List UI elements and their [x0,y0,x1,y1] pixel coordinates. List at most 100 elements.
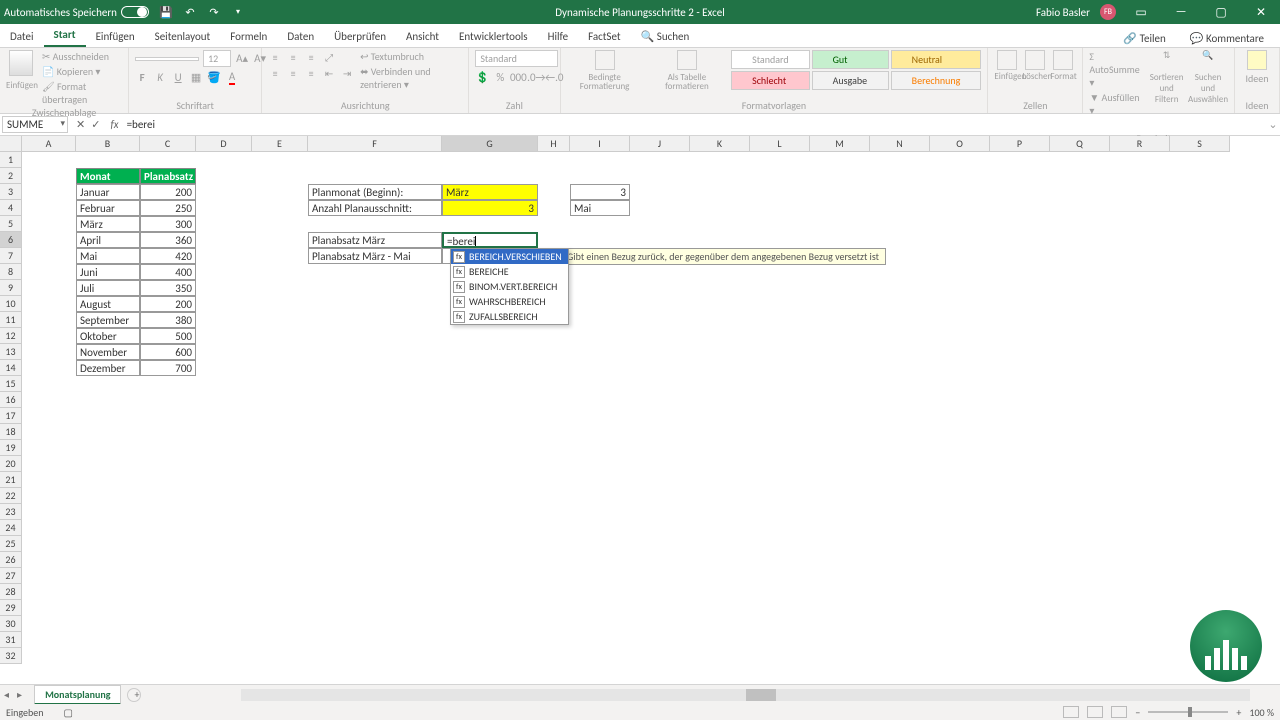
italic-icon[interactable]: K [153,70,167,84]
col-header-A[interactable]: A [22,136,76,152]
intelli-item[interactable]: fxBEREICHE [451,264,568,279]
tab-einfügen[interactable]: Einfügen [86,26,145,47]
row-header-7[interactable]: 7 [0,248,22,264]
row-header-18[interactable]: 18 [0,424,22,440]
row-header-6[interactable]: 6 [0,232,22,248]
col-header-G[interactable]: G [442,136,538,152]
row-header-13[interactable]: 13 [0,344,22,360]
view-normal-icon[interactable] [1063,706,1079,718]
row-header-29[interactable]: 29 [0,600,22,616]
macro-record-icon[interactable]: ▢ [64,706,73,719]
cell-G4[interactable]: 3 [442,200,538,216]
minimize-icon[interactable]: — [1166,5,1196,19]
row-header-8[interactable]: 8 [0,264,22,280]
row-header-19[interactable]: 19 [0,440,22,456]
cell-F7[interactable]: Planabsatz März - Mai [308,248,442,264]
bold-icon[interactable]: F [135,70,149,84]
user-name[interactable]: Fabio Basler [1036,6,1090,19]
border-icon[interactable]: ▦ [189,70,203,84]
increase-decimal-icon[interactable]: .0→ [529,70,543,84]
row-header-25[interactable]: 25 [0,536,22,552]
qat-dropdown-icon[interactable]: ▾ [231,5,245,19]
row-header-5[interactable]: 5 [0,216,22,232]
col-header-J[interactable]: J [630,136,690,152]
delete-cells-button[interactable]: Löschen [1022,50,1048,82]
row-header-1[interactable]: 1 [0,152,22,168]
format-as-table-icon[interactable] [677,50,697,70]
add-sheet-button[interactable]: + [127,688,141,702]
ribbon-display-icon[interactable]: ▭ [1126,5,1156,20]
enter-formula-icon[interactable]: ✓ [91,118,100,131]
cell-B14[interactable]: Dezember [76,360,140,376]
expand-formula-bar-icon[interactable]: ⌄ [1266,118,1280,131]
style-schlecht[interactable]: Schlecht [731,71,810,90]
align-center-icon[interactable]: ≡ [286,66,300,80]
row-header-15[interactable]: 15 [0,376,22,392]
row-header-28[interactable]: 28 [0,584,22,600]
col-header-E[interactable]: E [252,136,308,152]
col-header-D[interactable]: D [196,136,252,152]
style-ausgabe[interactable]: Ausgabe [812,71,889,90]
copy-button[interactable]: 📄 Kopieren ▾ [42,65,122,78]
row-header-26[interactable]: 26 [0,552,22,568]
row-header-11[interactable]: 11 [0,312,22,328]
column-headers[interactable]: ABCDEFGHIJKLMNOPQRS [22,136,1230,152]
tab-überprüfen[interactable]: Überprüfen [324,26,396,47]
col-header-Q[interactable]: Q [1050,136,1110,152]
cell-I4[interactable]: Mai [570,200,630,216]
align-bottom-icon[interactable]: ≡ [304,50,318,64]
col-header-S[interactable]: S [1170,136,1230,152]
cell-C4[interactable]: 250 [140,200,196,216]
row-header-24[interactable]: 24 [0,520,22,536]
percent-icon[interactable]: % [493,70,507,84]
style-standard[interactable]: Standard [731,50,810,69]
cell-I3[interactable]: 3 [570,184,630,200]
zoom-out-icon[interactable]: − [1135,706,1140,719]
zoom-slider[interactable] [1148,711,1228,713]
spreadsheet-grid[interactable]: ABCDEFGHIJKLMNOPQRS 12345678910111213141… [0,136,1280,662]
col-header-H[interactable]: H [538,136,570,152]
formula-autocomplete-popup[interactable]: fxBEREICH.VERSCHIEBENfxBEREICHEfxBINOM.V… [450,248,569,325]
zoom-in-icon[interactable]: + [1236,706,1241,719]
cell-B3[interactable]: Januar [76,184,140,200]
align-middle-icon[interactable]: ≡ [286,50,300,64]
comma-icon[interactable]: 000 [511,70,525,84]
row-header-9[interactable]: 9 [0,280,22,296]
cell-C6[interactable]: 360 [140,232,196,248]
cell-C7[interactable]: 420 [140,248,196,264]
tab-ansicht[interactable]: Ansicht [396,26,449,47]
row-header-21[interactable]: 21 [0,472,22,488]
row-header-30[interactable]: 30 [0,616,22,632]
comments-button[interactable]: 💬 Kommentare [1180,30,1274,47]
name-box[interactable]: SUMME [2,116,68,133]
ideas-button[interactable]: Ideen [1241,50,1273,85]
row-header-27[interactable]: 27 [0,568,22,584]
cell-B8[interactable]: Juni [76,264,140,280]
wrap-text-button[interactable]: ↩ Textumbruch [360,50,462,63]
intelli-item[interactable]: fxBEREICH.VERSCHIEBEN [451,249,568,264]
indent-inc-icon[interactable]: ⇥ [340,66,354,80]
close-icon[interactable]: ✕ [1246,5,1276,20]
cell-B7[interactable]: Mai [76,248,140,264]
row-header-2[interactable]: 2 [0,168,22,184]
zoom-level[interactable]: 100 % [1249,706,1274,719]
row-header-4[interactable]: 4 [0,200,22,216]
maximize-icon[interactable]: ▢ [1206,5,1236,20]
cell-B13[interactable]: November [76,344,140,360]
cell-C8[interactable]: 400 [140,264,196,280]
row-header-23[interactable]: 23 [0,504,22,520]
tab-seitenlayout[interactable]: Seitenlayout [145,26,221,47]
row-header-3[interactable]: 3 [0,184,22,200]
format-painter-button[interactable]: 🖌 Format übertragen [42,80,122,106]
underline-icon[interactable]: U [171,70,185,84]
decrease-decimal-icon[interactable]: ←.0 [547,70,561,84]
save-icon[interactable]: 💾 [159,5,173,19]
undo-icon[interactable]: ↶ [183,5,197,19]
view-page-break-icon[interactable] [1111,706,1127,718]
row-header-32[interactable]: 32 [0,648,22,664]
row-header-20[interactable]: 20 [0,456,22,472]
increase-font-icon[interactable]: A▴ [235,52,249,66]
sort-filter-button[interactable]: ⇅ Sortieren und Filtern [1149,50,1184,105]
view-page-layout-icon[interactable] [1087,706,1103,718]
cell-B10[interactable]: August [76,296,140,312]
